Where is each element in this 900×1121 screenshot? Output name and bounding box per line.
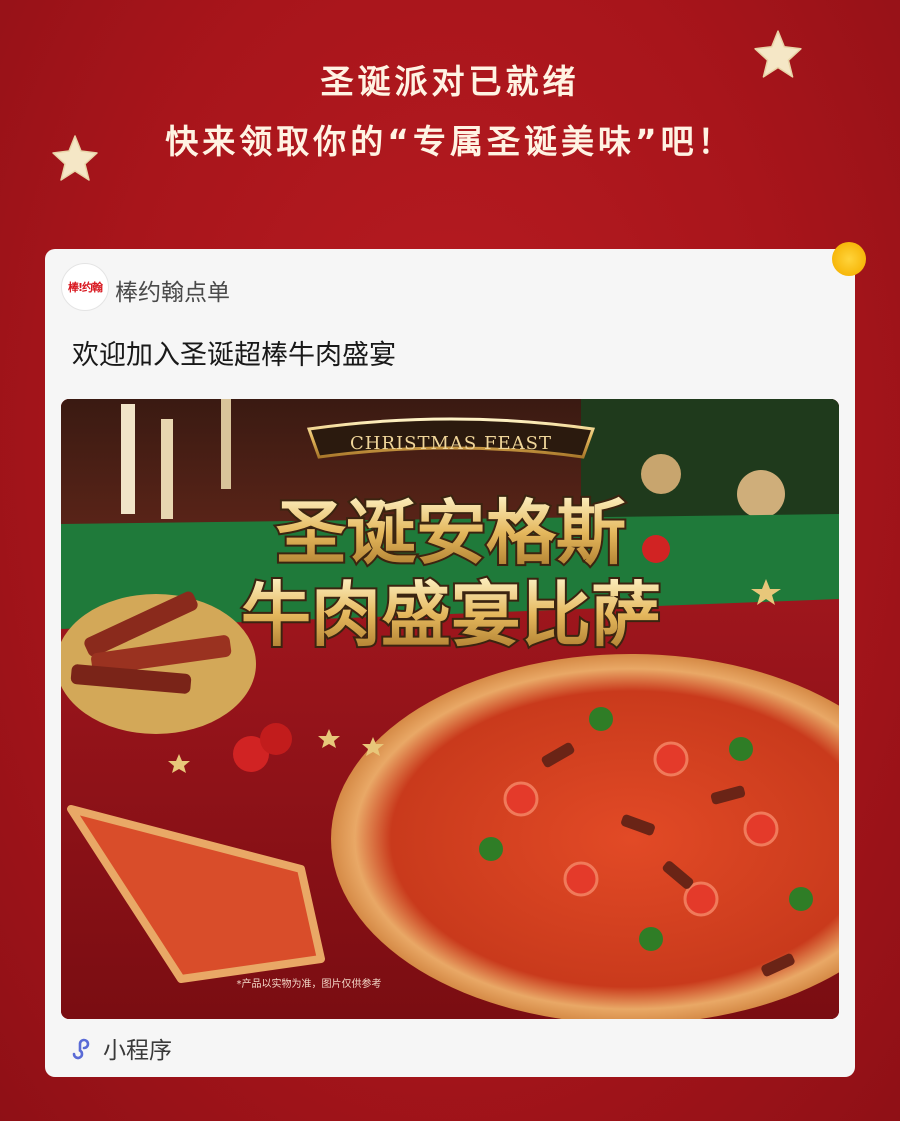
promo-headline: 圣诞派对已就绪 快来领取你的“专属圣诞美味”吧！ [0, 52, 900, 172]
mini-program-card[interactable]: 棒!约翰 棒约翰点单 欢迎加入圣诞超棒牛肉盛宴 CHRISTMAS FEAST … [45, 249, 855, 1077]
ornament [641, 454, 681, 494]
candle [221, 399, 231, 489]
yellow-dot-decoration [832, 242, 866, 276]
message-title: 欢迎加入圣诞超棒牛肉盛宴 [72, 340, 396, 371]
headline-line-1: 圣诞派对已就绪 [320, 62, 580, 101]
mini-program-icon [72, 1038, 90, 1060]
tomato [260, 723, 292, 755]
tomato [642, 535, 670, 563]
account-logo: 棒!约翰 [61, 263, 109, 311]
disclaimer: *产品以实物为准，图片仅供参考 [237, 977, 382, 990]
card-footer[interactable]: 小程序 [67, 1031, 172, 1065]
candle [121, 404, 135, 514]
headline-line-2: 快来领取你的“专属圣诞美味”吧！ [165, 122, 735, 161]
candle [161, 419, 173, 519]
footer-label: 小程序 [103, 1038, 172, 1064]
hero-image[interactable]: CHRISTMAS FEAST 圣诞安格斯 牛肉盛宴比萨 *产品以实物为准，图片… [61, 399, 839, 1019]
account-logo-text: 棒!约翰 [67, 281, 103, 294]
hero-title-line-2: 牛肉盛宴比萨 [241, 574, 661, 656]
ornament [737, 470, 785, 518]
banner-text: CHRISTMAS FEAST [350, 433, 552, 454]
hero-title-line-1: 圣诞安格斯 [276, 492, 626, 574]
account-name: 棒约翰点单 [115, 280, 230, 306]
